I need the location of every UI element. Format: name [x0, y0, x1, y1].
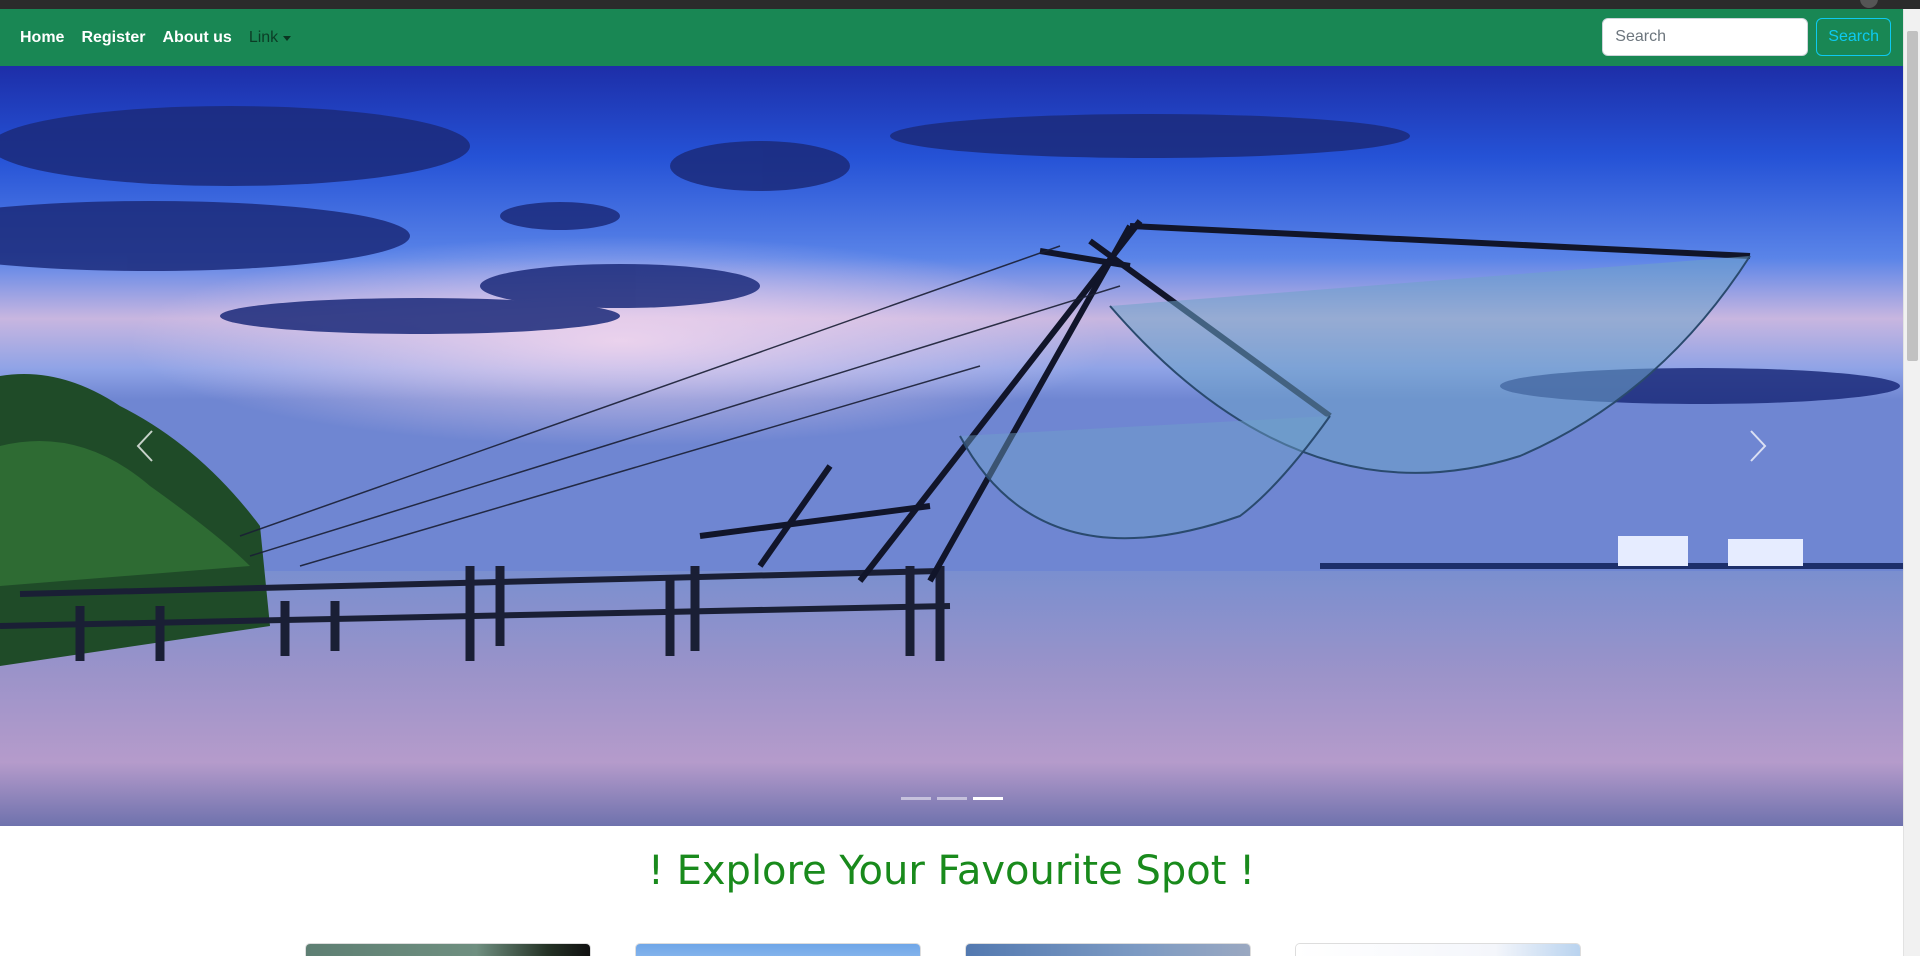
nav-links: Home Register About us Link: [20, 9, 292, 66]
caret-down-icon: [283, 36, 292, 41]
scrollbar-thumb[interactable]: [1907, 31, 1918, 361]
chevron-left-icon: [136, 430, 153, 462]
navbar: Home Register About us Link Search: [0, 9, 1903, 66]
chevron-right-icon: [1750, 430, 1767, 462]
nav-dropdown-label: Link: [248, 28, 279, 46]
nav-link-home[interactable]: Home: [20, 29, 64, 47]
spot-card-image: [306, 944, 590, 956]
browser-indicator: [1860, 0, 1878, 8]
spot-card[interactable]: [1295, 943, 1581, 956]
search-button[interactable]: Search: [1816, 18, 1891, 56]
spot-card[interactable]: [305, 943, 591, 956]
spot-card-image: [1296, 944, 1580, 956]
browser-top-strip: [0, 0, 1920, 9]
carousel-indicator-3[interactable]: [972, 797, 1003, 800]
page-scrollbar[interactable]: [1903, 9, 1920, 956]
spot-card-image: [966, 944, 1250, 956]
carousel-next-button[interactable]: [1613, 66, 1903, 826]
carousel-indicators: [0, 797, 1903, 800]
carousel-prev-button[interactable]: [0, 66, 290, 826]
spot-card[interactable]: [965, 943, 1251, 956]
nav-dropdown-link[interactable]: Link: [248, 28, 292, 47]
spot-card-image: [636, 944, 920, 956]
spot-card[interactable]: [635, 943, 921, 956]
nav-link-register[interactable]: Register: [81, 29, 145, 47]
search-form: Search: [1602, 18, 1891, 56]
hero-carousel: [0, 66, 1903, 826]
carousel-indicator-2[interactable]: [936, 797, 967, 800]
explore-heading: ! Explore Your Favourite Spot !: [647, 848, 1256, 894]
nav-link-about-us[interactable]: About us: [162, 29, 231, 47]
carousel-indicator-1[interactable]: [900, 797, 931, 800]
search-input[interactable]: [1602, 18, 1809, 56]
page: Home Register About us Link Search Searc…: [0, 9, 1903, 956]
